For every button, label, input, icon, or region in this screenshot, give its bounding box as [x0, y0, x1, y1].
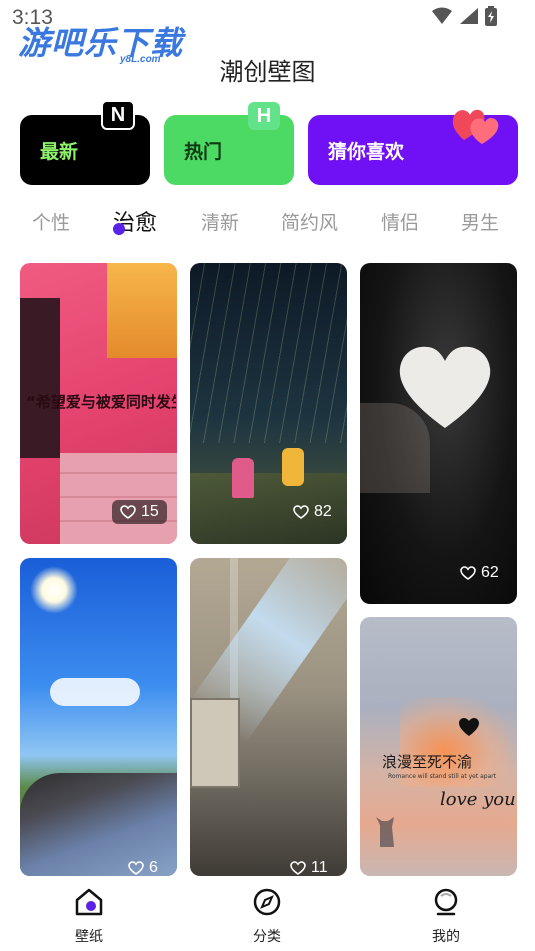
nav-wallpaper[interactable]: 壁纸	[49, 886, 129, 946]
signal-icon	[460, 8, 478, 24]
category-guess-label: 猜你喜欢	[328, 140, 405, 163]
hot-badge: H	[248, 102, 280, 130]
hearts-decoration-icon	[452, 109, 499, 144]
like-number: 62	[481, 564, 499, 581]
status-icons	[431, 6, 497, 26]
category-hot-label: 热门	[184, 140, 223, 163]
wallpaper-caption-en: love you	[440, 789, 516, 810]
tab-qinglv[interactable]: 情侣	[381, 208, 419, 235]
like-count[interactable]: 82	[285, 500, 340, 524]
like-count[interactable]: 15	[112, 500, 167, 524]
battery-icon	[485, 6, 497, 26]
compass-icon	[253, 888, 281, 916]
like-number: 15	[141, 503, 159, 520]
tab-nansheng[interactable]: 男生	[461, 208, 499, 235]
nav-category[interactable]: 分类	[227, 886, 307, 946]
wifi-icon	[432, 7, 452, 24]
profile-icon	[434, 888, 458, 916]
heart-icon	[460, 566, 476, 580]
active-tab-indicator	[113, 223, 125, 235]
wallpaper-card[interactable]: 6	[20, 558, 177, 876]
wallpaper-card[interactable]: 11	[190, 558, 347, 876]
page-title: 潮创壁图	[219, 58, 316, 86]
tab-gexing[interactable]: 个性	[32, 208, 70, 235]
wallpaper-caption: 浪漫至死不渝	[382, 753, 473, 771]
cat-silhouette-icon	[376, 817, 394, 847]
nav-profile-label: 我的	[432, 929, 460, 945]
category-new-label: 最新	[40, 140, 79, 163]
wallpaper-card[interactable]: 82	[190, 263, 347, 544]
wallpaper-card[interactable]: 浪漫至死不渝 Romance will stand still at yet a…	[360, 617, 517, 876]
heart-icon	[293, 505, 309, 519]
like-number: 82	[314, 503, 332, 520]
nav-category-label: 分类	[253, 929, 281, 945]
wallpaper-caption-small: Romance will stand still at yet apart	[388, 773, 497, 780]
like-number: 6	[149, 859, 158, 876]
heart-icon	[128, 861, 144, 875]
black-heart-icon	[459, 718, 479, 736]
heart-icon	[120, 505, 136, 519]
like-number: 11	[311, 859, 328, 876]
heart-icon	[290, 861, 306, 875]
tab-jianyuefeng[interactable]: 简约风	[281, 208, 338, 235]
home-icon	[75, 888, 103, 916]
tab-qingxin[interactable]: 清新	[201, 208, 239, 235]
nav-wallpaper-label: 壁纸	[75, 929, 103, 945]
like-count[interactable]: 6	[120, 856, 166, 876]
wallpaper-card[interactable]: “希望爱与被爱同时发生 15	[20, 263, 177, 544]
category-tabs: 个性 治愈 清新 简约风 情侣 男生	[0, 208, 535, 244]
wallpaper-caption: “希望爱与被爱同时发生	[26, 393, 176, 411]
like-count[interactable]: 62	[452, 561, 507, 585]
like-count[interactable]: 11	[282, 856, 336, 876]
new-badge: N	[101, 100, 135, 130]
wallpaper-card[interactable]: 62	[360, 263, 517, 604]
nav-profile[interactable]: 我的	[406, 886, 486, 946]
bottom-navigation: 壁纸 分类 我的	[0, 876, 535, 951]
